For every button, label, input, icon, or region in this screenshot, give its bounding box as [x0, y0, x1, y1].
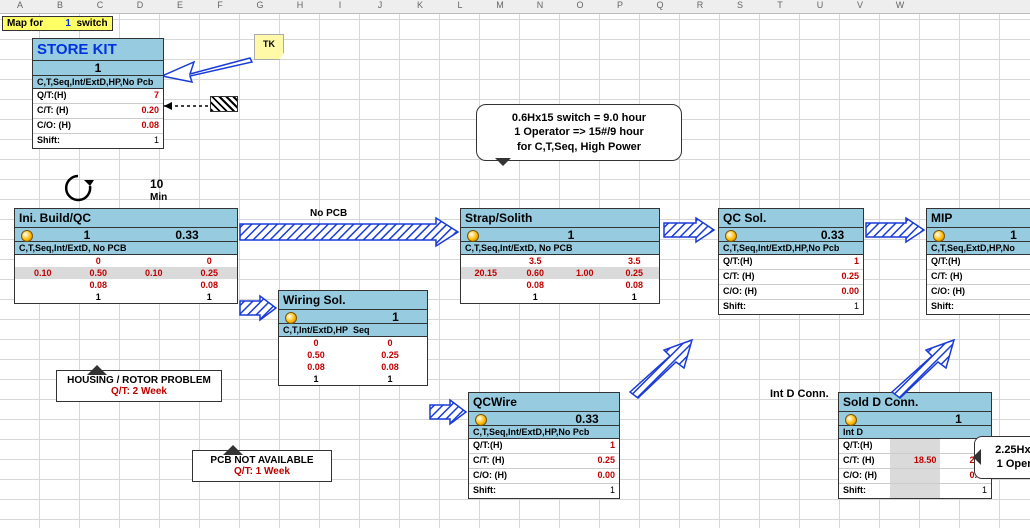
- map-header-count: 1: [65, 18, 71, 29]
- map-header-suffix: switch: [76, 18, 107, 29]
- qcwire-box: QCWire 0.33 C,T,Seq,Int/ExtD,HP,No Pcb Q…: [468, 392, 620, 499]
- min-label: Min: [150, 192, 167, 203]
- main-callout: 0.6Hx15 switch = 9.0 hour1 Operator => 1…: [476, 104, 682, 161]
- housing-note: HOUSING / ROTOR PROBLEM Q/T: 2 Week: [56, 370, 222, 402]
- qcsol-box: QC Sol. 0.33 C,T,Seq,Int/ExtD,HP,No Pcb …: [718, 208, 864, 315]
- store-kit-box: STORE KIT 1 C,T,Seq,Int/ExtD,HP,No Pcb Q…: [32, 38, 164, 149]
- wiring-box: Wiring Sol. 1 C,T,Int/ExtD,HP Seq 000.50…: [278, 290, 428, 386]
- sold-d-box: Sold D Conn. 1 Int D Q/T:(H)3.5C/T: (H)1…: [838, 392, 992, 499]
- tk-note: TK: [254, 34, 284, 60]
- qty-ten: 10: [150, 177, 163, 191]
- store-kit-title: STORE KIT: [33, 39, 163, 61]
- loop-icon: [60, 174, 96, 207]
- no-pcb-label: No PCB: [310, 208, 347, 219]
- pcb-note: PCB NOT AVAILABLE Q/T: 1 Week: [192, 450, 332, 482]
- map-header: Map for 1 switch: [2, 16, 113, 31]
- map-header-prefix: Map for: [7, 18, 43, 29]
- side-callout: 2.25Hx151 Operat: [974, 436, 1030, 479]
- mip-box: MIP 1 C,T,Seq,ExtD,HP,No Q/T:(H)C/T: (H)…: [926, 208, 1030, 315]
- ini-build-box: Ini. Build/QC 10.33 C,T,Seq,Int/ExtD, No…: [14, 208, 238, 304]
- supplier-hatch: [210, 96, 238, 112]
- spreadsheet-columns: ABCDEFGHIJKLMNOPQRSTUVW: [0, 0, 1030, 14]
- strap-box: Strap/Solith 1 C,T,Seq,Int/ExtD, No PCB …: [460, 208, 660, 304]
- intd-conn-label: Int D Conn.: [770, 388, 829, 400]
